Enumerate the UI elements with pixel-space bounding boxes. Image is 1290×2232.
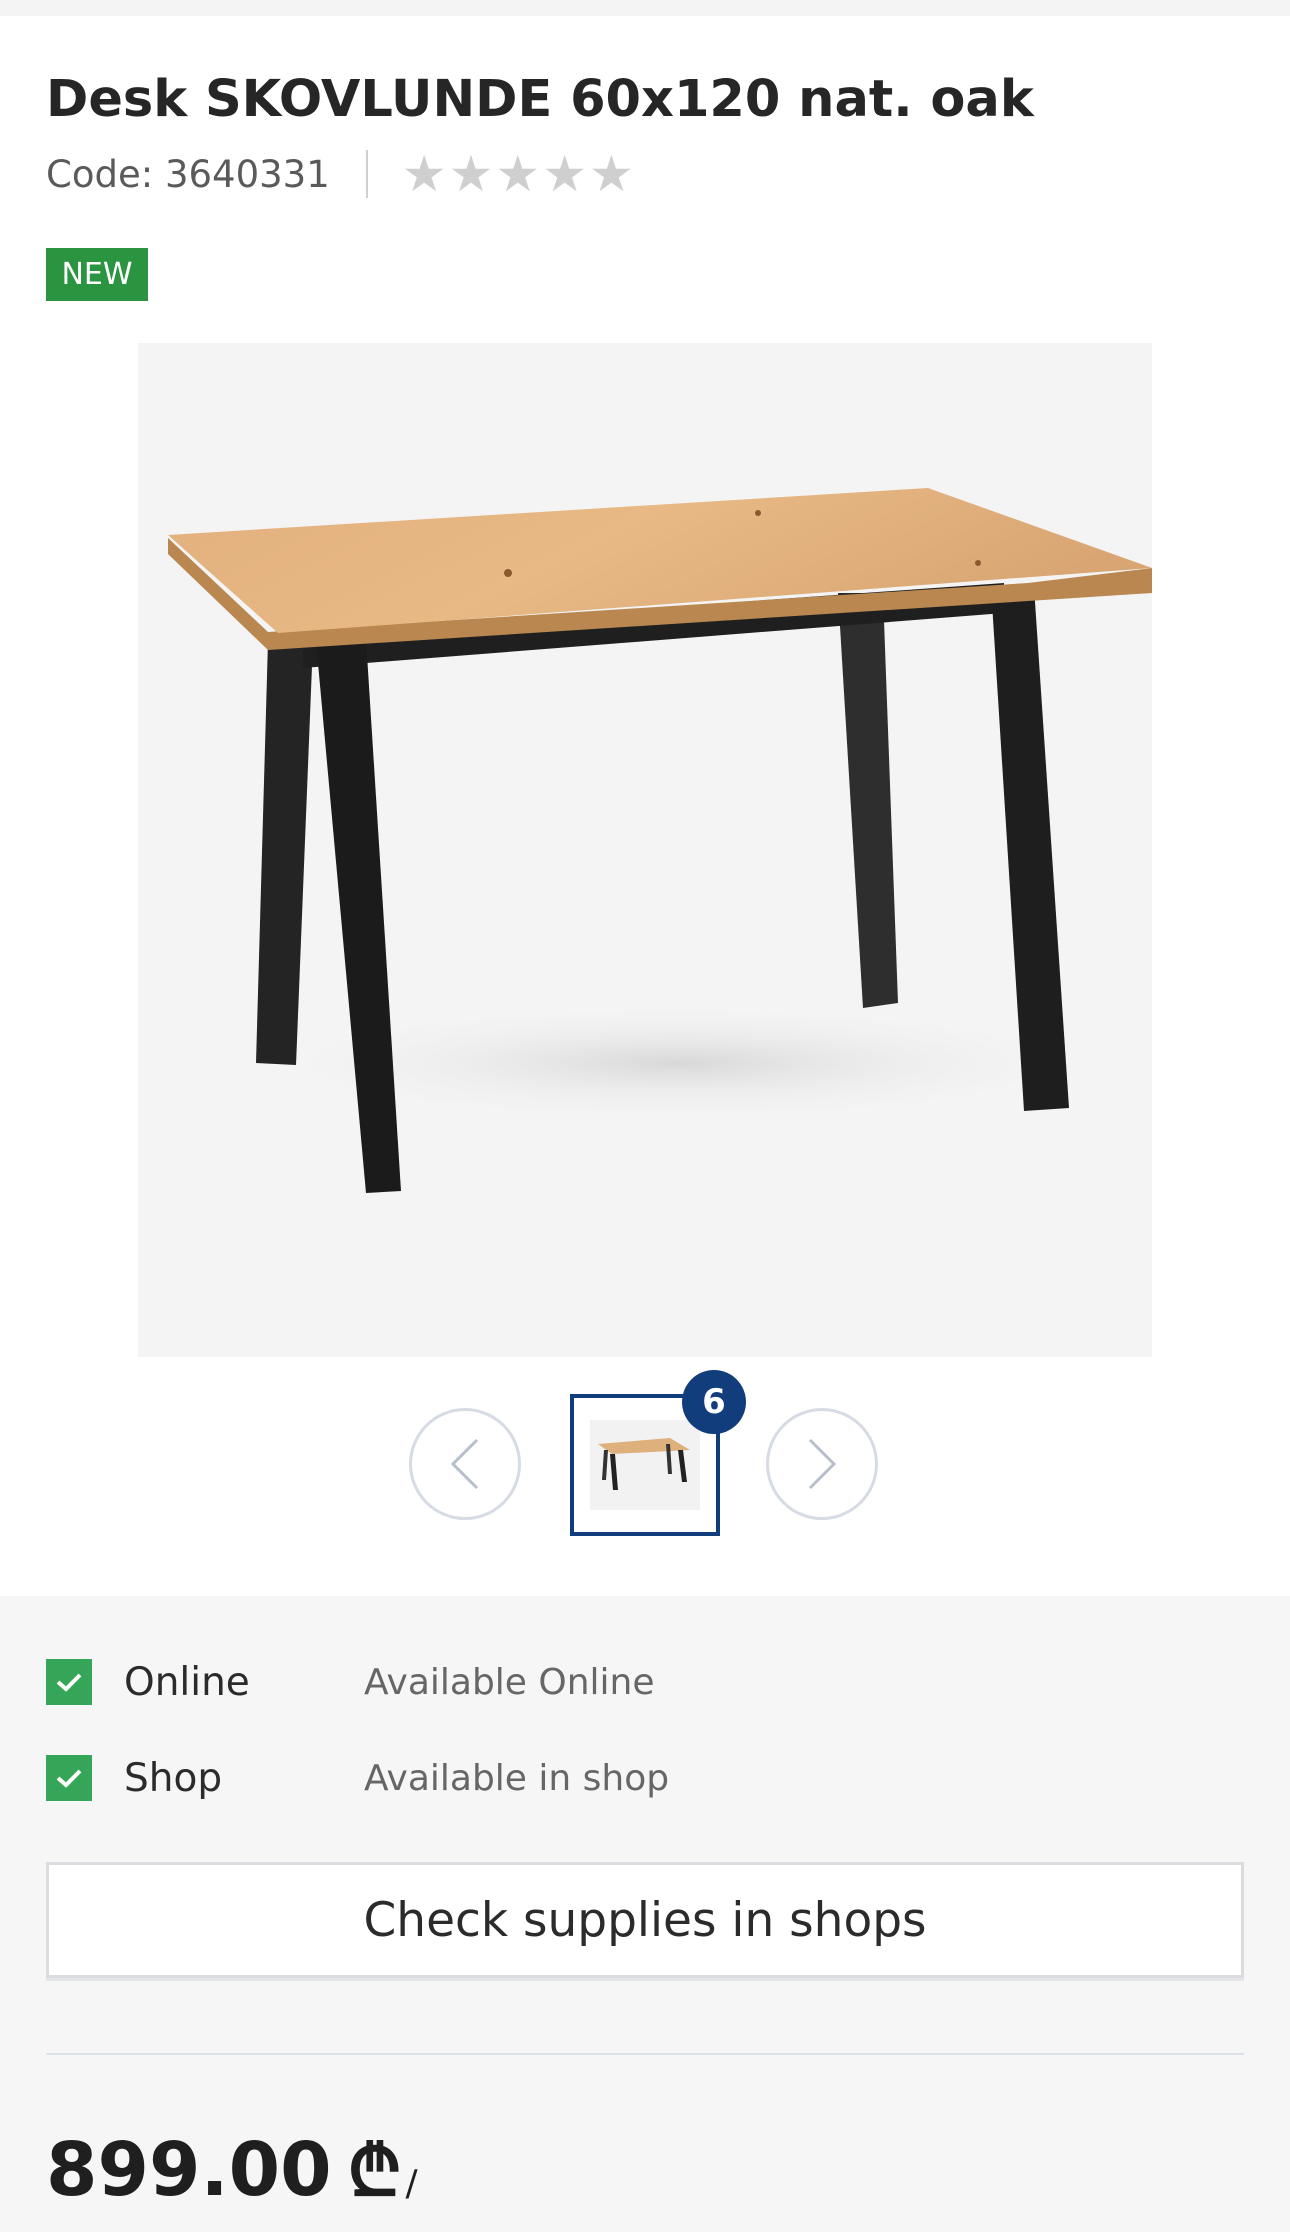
availability-section: Online Available Online Shop Available i… [0, 1596, 1290, 2232]
product-code: Code: 3640331 [46, 152, 330, 196]
star-icon: ★ [542, 145, 588, 203]
top-strip [0, 0, 1290, 16]
image-count-badge: 6 [682, 1370, 746, 1434]
check-icon [46, 1659, 92, 1705]
rating-stars[interactable]: ★ ★ ★ ★ ★ [402, 149, 634, 199]
price: 899.00 ₾ / [46, 2120, 418, 2216]
check-supplies-button[interactable]: Check supplies in shops [46, 1862, 1244, 1978]
star-icon: ★ [401, 145, 447, 203]
star-icon: ★ [448, 145, 494, 203]
availability-online-row: Online Available Online [46, 1658, 655, 1706]
price-currency: ₾ [347, 2130, 402, 2212]
availability-status: Available Online [364, 1661, 655, 1703]
chevron-left-icon [450, 1438, 479, 1490]
star-icon: ★ [495, 145, 541, 203]
check-icon [46, 1755, 92, 1801]
desk-photo [168, 488, 1152, 1193]
availability-shop-row: Shop Available in shop [46, 1754, 669, 1802]
product-meta: Code: 3640331 ★ ★ ★ ★ ★ [46, 148, 634, 200]
product-title: Desk SKOVLUNDE 60x120 nat. oak [46, 70, 1034, 129]
new-badge: NEW [46, 248, 148, 301]
next-image-button[interactable] [766, 1408, 878, 1520]
availability-status: Available in shop [364, 1757, 670, 1799]
product-main-image[interactable] [138, 343, 1152, 1357]
prev-image-button[interactable] [409, 1408, 521, 1520]
meta-divider [365, 150, 368, 198]
chevron-right-icon [808, 1438, 837, 1490]
availability-label: Shop [124, 1755, 223, 1801]
star-icon: ★ [589, 145, 634, 203]
divider [46, 2053, 1244, 2055]
price-unit: / [405, 2163, 418, 2204]
availability-label: Online [124, 1659, 250, 1705]
price-value: 899.00 [46, 2127, 332, 2213]
thumbnail-row: 6 [0, 1370, 1290, 1540]
desk-thumbnail-icon [590, 1420, 700, 1510]
